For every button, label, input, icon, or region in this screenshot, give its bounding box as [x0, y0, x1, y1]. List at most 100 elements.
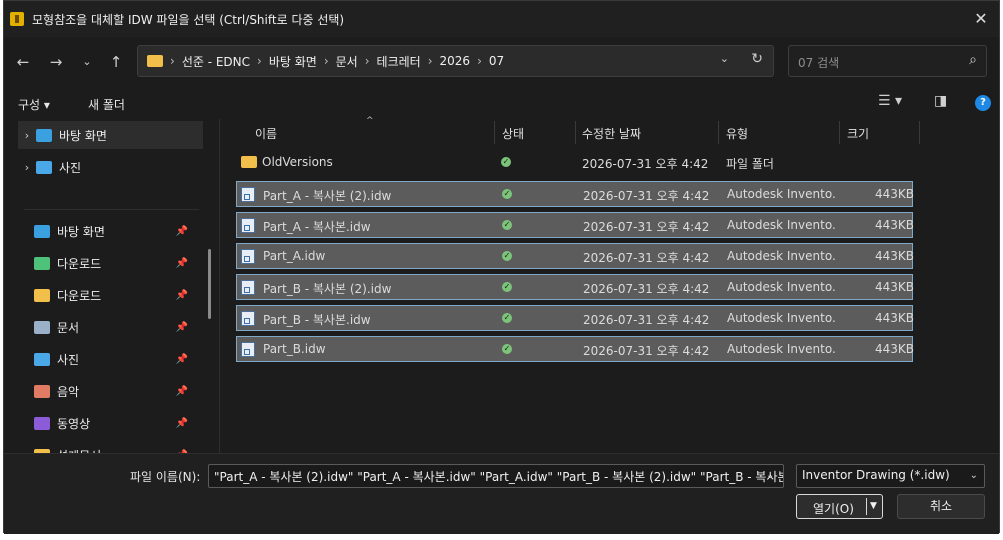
- column-divider[interactable]: [718, 121, 719, 144]
- search-input[interactable]: 07 검색: [798, 54, 839, 71]
- breadcrumb-item[interactable]: 테크레터: [377, 53, 421, 70]
- breadcrumb-item[interactable]: 바탕 화면: [269, 53, 317, 70]
- recent-locations-chevron-icon[interactable]: ⌄: [76, 51, 98, 73]
- sidebar-item[interactable]: 문서 📌: [34, 313, 204, 341]
- search-icon: ⌕: [969, 52, 977, 68]
- file-type: Autodesk Invento...: [727, 249, 837, 263]
- pin-icon[interactable]: 📌: [176, 290, 188, 301]
- navigation-bar: ← → ⌄ ↑ › 선준 - EDNC › 바탕 화면 › 문서 › 테크레터 › 2026 › 0…: [4, 37, 999, 87]
- expand-chevron-icon[interactable]: ›: [18, 129, 36, 142]
- sidebar-item[interactable]: 동영상 📌: [34, 409, 204, 437]
- back-arrow-icon[interactable]: ←: [12, 51, 34, 73]
- file-row[interactable]: Part_B.idw 2026-07-31 오후 4:42 Autodesk Inv…: [236, 336, 914, 362]
- file-type: Autodesk Invento...: [727, 218, 837, 232]
- up-arrow-icon[interactable]: ↑: [105, 51, 127, 73]
- breadcrumb-item[interactable]: 문서: [336, 53, 358, 70]
- pane-separator[interactable]: [219, 119, 220, 453]
- sidebar-item-label: 음악: [57, 384, 80, 399]
- idw-file-icon: [241, 280, 255, 295]
- breadcrumb-separator-icon[interactable]: ›: [324, 54, 329, 68]
- search-box[interactable]: 07 검색 ⌕: [788, 45, 987, 77]
- file-row[interactable]: Part_B - 복사본 (2).idw 2026-07-31 오후 4:42 Au…: [236, 274, 914, 300]
- pin-icon[interactable]: 📌: [176, 226, 188, 237]
- breadcrumb-separator-icon[interactable]: ›: [477, 54, 482, 68]
- breadcrumb-item[interactable]: 선준 - EDNC: [182, 53, 250, 70]
- sidebar-item[interactable]: 사진 📌: [34, 345, 204, 373]
- idw-file-icon: [241, 249, 255, 264]
- sidebar-item-label: 사진: [57, 352, 80, 367]
- breadcrumb-item[interactable]: 2026: [440, 54, 471, 68]
- folder-icon: [241, 156, 257, 168]
- pin-icon[interactable]: 📌: [176, 258, 188, 269]
- cancel-button[interactable]: 취소: [897, 494, 985, 519]
- file-row[interactable]: OldVersions 2026-07-31 오후 4:42 파일 폴더 ✓: [236, 150, 913, 176]
- address-bar[interactable]: › 선준 - EDNC › 바탕 화면 › 문서 › 테크레터 › 2026 › 07 ⌄ ↻: [137, 45, 774, 77]
- file-row[interactable]: Part_B - 복사본.idw 2026-07-31 오후 4:42 Autode…: [236, 305, 914, 331]
- help-icon[interactable]: ?: [975, 95, 991, 111]
- forward-arrow-icon[interactable]: →: [45, 51, 67, 73]
- column-status[interactable]: 상태: [502, 125, 524, 142]
- open-button-label: 열기(O): [813, 502, 854, 516]
- file-row[interactable]: Part_A - 복사본 (2).idw 2026-07-31 오후 4:42 Au…: [236, 181, 914, 207]
- sidebar-item-label: 동영상: [57, 416, 91, 431]
- file-modified: 2026-07-31 오후 4:42: [583, 220, 710, 234]
- column-divider[interactable]: [494, 121, 495, 144]
- sidebar-item-label: 바탕 화면: [57, 224, 105, 239]
- idw-file-icon: [241, 218, 255, 233]
- breadcrumb-separator-icon[interactable]: ›: [428, 54, 433, 68]
- close-icon[interactable]: ✕: [969, 7, 993, 31]
- pin-icon[interactable]: 📌: [176, 322, 188, 333]
- refresh-icon[interactable]: ↻: [751, 51, 763, 67]
- sidebar-item[interactable]: 설계문서📌: [34, 441, 204, 453]
- sidebar-item[interactable]: 바탕 화면 📌: [34, 217, 204, 245]
- file-size: 443KB: [874, 187, 914, 201]
- pin-icon[interactable]: 📌: [176, 386, 188, 397]
- open-button[interactable]: 열기(O) ▼: [796, 494, 883, 519]
- file-name: Part_A - 복사본 (2).idw: [263, 189, 392, 203]
- sidebar-scrollbar[interactable]: [208, 249, 211, 319]
- breadcrumb-item[interactable]: 07: [489, 54, 504, 68]
- file-size: 443KB: [874, 311, 914, 325]
- organize-button[interactable]: 구성 ▾: [18, 96, 50, 113]
- view-options-icon[interactable]: ☰ ▾: [878, 93, 902, 109]
- file-row[interactable]: Part_A - 복사본.idw 2026-07-31 오후 4:42 Autode…: [236, 212, 914, 238]
- open-options-arrow-icon[interactable]: ▼: [870, 501, 877, 511]
- title-bar: 모형참조을 대체할 IDW 파일을 선택 (Ctrl/Shift로 다중 선택)…: [4, 1, 999, 37]
- address-history-chevron-icon[interactable]: ⌄: [720, 52, 729, 65]
- file-row[interactable]: Part_A.idw 2026-07-31 오후 4:42 Autodesk Inv…: [236, 243, 914, 269]
- sidebar-item[interactable]: 다운로드 📌: [34, 281, 204, 309]
- sidebar-item[interactable]: 다운로드 📌: [34, 249, 204, 277]
- breadcrumb-separator-icon[interactable]: ›: [257, 54, 262, 68]
- filename-input[interactable]: "Part_A - 복사본 (2).idw" "Part_A - 복사본.idw…: [208, 464, 784, 488]
- expand-chevron-icon[interactable]: ›: [18, 161, 36, 174]
- column-name[interactable]: 이름: [255, 125, 277, 142]
- download-icon: [34, 256, 50, 270]
- column-divider[interactable]: [919, 121, 920, 144]
- file-type-filter[interactable]: Inventor Drawing (*.idw) ⌄: [796, 464, 985, 488]
- column-modified[interactable]: 수정한 날짜: [582, 125, 641, 142]
- filename-dropdown-chevron-icon[interactable]: ⌄: [766, 470, 774, 481]
- breadcrumb-separator-icon[interactable]: ›: [170, 54, 175, 68]
- preview-pane-icon[interactable]: ◨: [934, 93, 947, 109]
- column-type[interactable]: 유형: [726, 125, 748, 142]
- sidebar-item-label: 다운로드: [57, 288, 102, 303]
- file-size: 443KB: [874, 342, 914, 356]
- filename-label: 파일 이름(N):: [130, 470, 201, 484]
- sidebar-item[interactable]: 음악 📌: [34, 377, 204, 405]
- sidebar-item[interactable]: › 바탕 화면: [18, 121, 203, 149]
- new-folder-button[interactable]: 새 폴더: [88, 96, 125, 113]
- sync-status-ok-icon: ✓: [501, 157, 511, 167]
- folder-icon: [34, 288, 50, 302]
- pin-icon[interactable]: 📌: [176, 418, 188, 429]
- file-type: Autodesk Invento...: [727, 280, 837, 294]
- file-modified: 2026-07-31 오후 4:42: [583, 189, 710, 203]
- column-divider[interactable]: [839, 121, 840, 144]
- sidebar-item[interactable]: › 사진: [18, 153, 203, 181]
- breadcrumb-separator-icon[interactable]: ›: [365, 54, 370, 68]
- file-size: 443KB: [874, 280, 914, 294]
- file-size: 443KB: [874, 249, 914, 263]
- column-divider[interactable]: [575, 121, 576, 144]
- pin-icon[interactable]: 📌: [176, 354, 188, 365]
- sidebar-item-label: 다운로드: [57, 256, 102, 271]
- column-size[interactable]: 크기: [847, 125, 869, 142]
